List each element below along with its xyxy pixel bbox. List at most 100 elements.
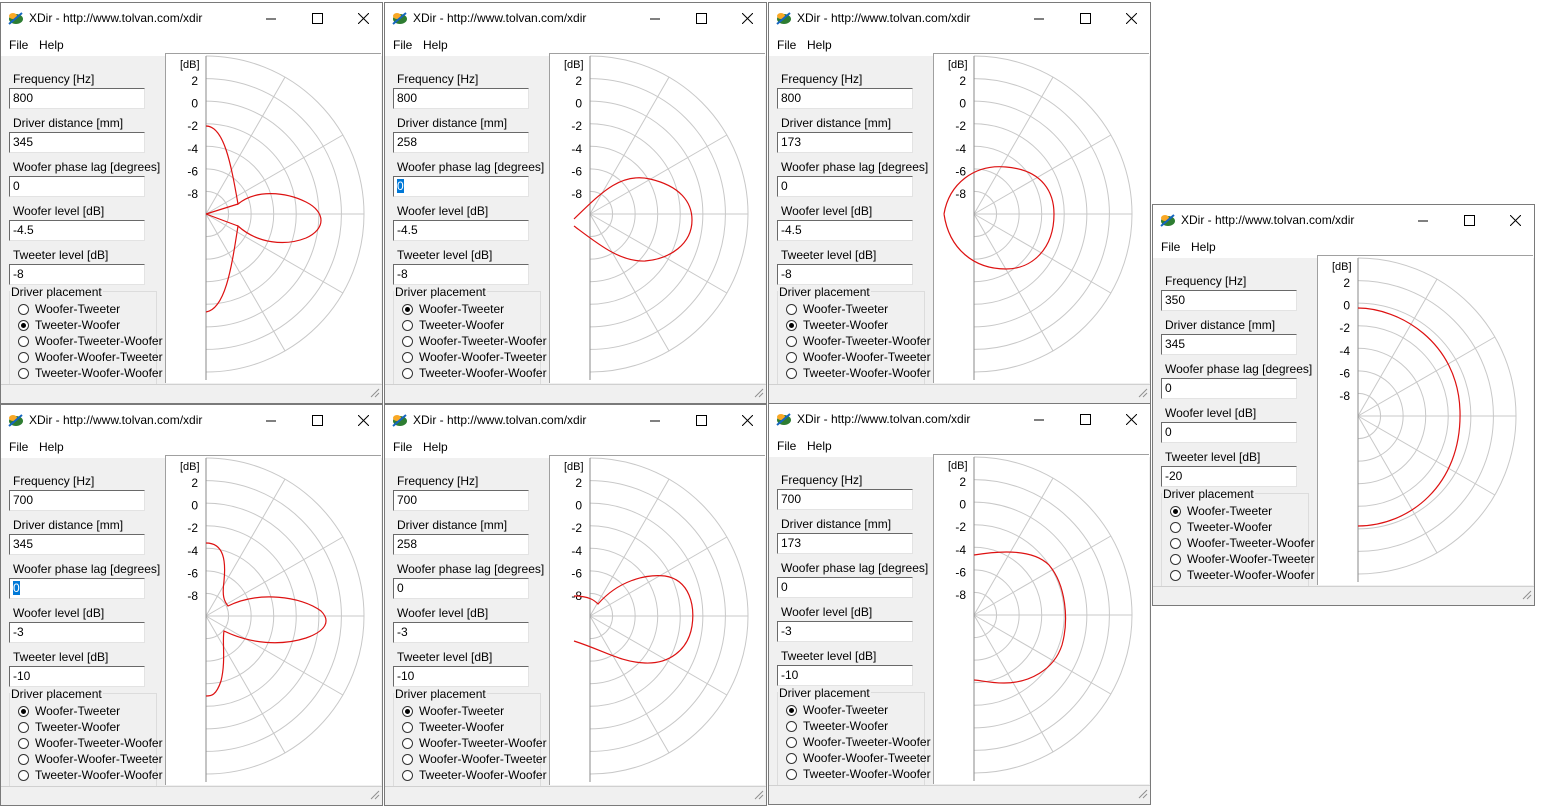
- minimize-button[interactable]: [1017, 404, 1063, 435]
- radio-button[interactable]: [402, 352, 413, 363]
- close-button[interactable]: [725, 3, 766, 34]
- close-button[interactable]: [341, 3, 382, 34]
- title-bar[interactable]: XDir - http://www.tolvan.com/xdir: [769, 404, 1150, 435]
- title-bar[interactable]: XDir - http://www.tolvan.com/xdir: [1153, 205, 1534, 236]
- frequency-field[interactable]: 700: [393, 490, 529, 511]
- radio-button[interactable]: [18, 320, 29, 331]
- xdir-window[interactable]: XDir - http://www.tolvan.com/xdir File Hel…: [384, 404, 767, 806]
- xdir-window[interactable]: XDir - http://www.tolvan.com/xdir File Hel…: [768, 2, 1151, 404]
- radio-button[interactable]: [1170, 538, 1181, 549]
- driver-distance-field[interactable]: 173: [777, 132, 913, 153]
- title-bar[interactable]: XDir - http://www.tolvan.com/xdir: [1, 3, 382, 34]
- radio-button[interactable]: [18, 706, 29, 717]
- title-bar[interactable]: XDir - http://www.tolvan.com/xdir: [1, 405, 382, 436]
- maximize-button[interactable]: [679, 405, 725, 436]
- resize-grip-icon[interactable]: [1136, 386, 1148, 401]
- frequency-field[interactable]: 800: [9, 88, 145, 109]
- tweeter-level-field[interactable]: -10: [393, 666, 529, 687]
- radio-button[interactable]: [402, 320, 413, 331]
- xdir-window[interactable]: XDir - http://www.tolvan.com/xdir File Hel…: [0, 2, 383, 404]
- resize-grip-icon[interactable]: [368, 788, 380, 803]
- tweeter-level-field[interactable]: -8: [777, 264, 913, 285]
- woofer-level-field[interactable]: -3: [9, 622, 145, 643]
- radio-button[interactable]: [402, 368, 413, 379]
- title-bar[interactable]: XDir - http://www.tolvan.com/xdir: [769, 3, 1150, 34]
- tweeter-level-field[interactable]: -10: [9, 666, 145, 687]
- radio-button[interactable]: [402, 336, 413, 347]
- resize-grip-icon[interactable]: [1136, 787, 1148, 802]
- radio-button[interactable]: [1170, 522, 1181, 533]
- woofer-level-field[interactable]: -4.5: [777, 220, 913, 241]
- title-bar[interactable]: XDir - http://www.tolvan.com/xdir: [385, 3, 766, 34]
- woofer-phase-field[interactable]: 0: [1161, 378, 1297, 399]
- close-button[interactable]: [341, 405, 382, 436]
- radio-button[interactable]: [402, 706, 413, 717]
- radio-button[interactable]: [786, 721, 797, 732]
- woofer-level-field[interactable]: -3: [393, 622, 529, 643]
- menu-help[interactable]: Help: [423, 440, 448, 454]
- driver-distance-field[interactable]: 258: [393, 534, 529, 555]
- minimize-button[interactable]: [633, 405, 679, 436]
- resize-grip-icon[interactable]: [752, 788, 764, 803]
- tweeter-level-field[interactable]: -20: [1161, 466, 1297, 487]
- radio-button[interactable]: [1170, 570, 1181, 581]
- radio-button[interactable]: [786, 753, 797, 764]
- radio-button[interactable]: [786, 336, 797, 347]
- minimize-button[interactable]: [249, 405, 295, 436]
- maximize-button[interactable]: [295, 3, 341, 34]
- menu-file[interactable]: File: [1161, 240, 1180, 254]
- woofer-level-field[interactable]: 0: [1161, 422, 1297, 443]
- driver-distance-field[interactable]: 258: [393, 132, 529, 153]
- woofer-phase-field[interactable]: 0: [777, 176, 913, 197]
- xdir-window[interactable]: XDir - http://www.tolvan.com/xdir File Hel…: [0, 404, 383, 806]
- minimize-button[interactable]: [1401, 205, 1447, 236]
- menu-file[interactable]: File: [777, 38, 796, 52]
- radio-button[interactable]: [786, 737, 797, 748]
- woofer-level-field[interactable]: -3: [777, 621, 913, 642]
- radio-button[interactable]: [786, 352, 797, 363]
- close-button[interactable]: [1493, 205, 1534, 236]
- menu-help[interactable]: Help: [39, 440, 64, 454]
- close-button[interactable]: [1109, 404, 1150, 435]
- woofer-level-field[interactable]: -4.5: [9, 220, 145, 241]
- menu-file[interactable]: File: [393, 38, 412, 52]
- driver-distance-field[interactable]: 345: [9, 534, 145, 555]
- radio-button[interactable]: [18, 368, 29, 379]
- woofer-phase-field[interactable]: 0: [9, 176, 145, 197]
- radio-button[interactable]: [786, 769, 797, 780]
- radio-button[interactable]: [18, 738, 29, 749]
- driver-distance-field[interactable]: 173: [777, 533, 913, 554]
- tweeter-level-field[interactable]: -10: [777, 665, 913, 686]
- xdir-window[interactable]: XDir - http://www.tolvan.com/xdir File Hel…: [1152, 204, 1535, 606]
- radio-button[interactable]: [18, 336, 29, 347]
- minimize-button[interactable]: [249, 3, 295, 34]
- frequency-field[interactable]: 800: [777, 88, 913, 109]
- woofer-phase-field[interactable]: 0: [777, 577, 913, 598]
- woofer-phase-field[interactable]: 0: [393, 176, 529, 197]
- woofer-phase-field[interactable]: 0: [393, 578, 529, 599]
- menu-file[interactable]: File: [777, 439, 796, 453]
- radio-button[interactable]: [786, 320, 797, 331]
- driver-distance-field[interactable]: 345: [1161, 334, 1297, 355]
- close-button[interactable]: [1109, 3, 1150, 34]
- menu-help[interactable]: Help: [1191, 240, 1216, 254]
- radio-button[interactable]: [1170, 554, 1181, 565]
- maximize-button[interactable]: [1063, 3, 1109, 34]
- maximize-button[interactable]: [295, 405, 341, 436]
- radio-button[interactable]: [786, 368, 797, 379]
- radio-button[interactable]: [18, 352, 29, 363]
- title-bar[interactable]: XDir - http://www.tolvan.com/xdir: [385, 405, 766, 436]
- maximize-button[interactable]: [1063, 404, 1109, 435]
- driver-distance-field[interactable]: 345: [9, 132, 145, 153]
- radio-button[interactable]: [18, 304, 29, 315]
- frequency-field[interactable]: 700: [777, 489, 913, 510]
- radio-button[interactable]: [402, 304, 413, 315]
- woofer-level-field[interactable]: -4.5: [393, 220, 529, 241]
- menu-help[interactable]: Help: [39, 38, 64, 52]
- close-button[interactable]: [725, 405, 766, 436]
- maximize-button[interactable]: [1447, 205, 1493, 236]
- menu-file[interactable]: File: [393, 440, 412, 454]
- maximize-button[interactable]: [679, 3, 725, 34]
- resize-grip-icon[interactable]: [368, 386, 380, 401]
- tweeter-level-field[interactable]: -8: [9, 264, 145, 285]
